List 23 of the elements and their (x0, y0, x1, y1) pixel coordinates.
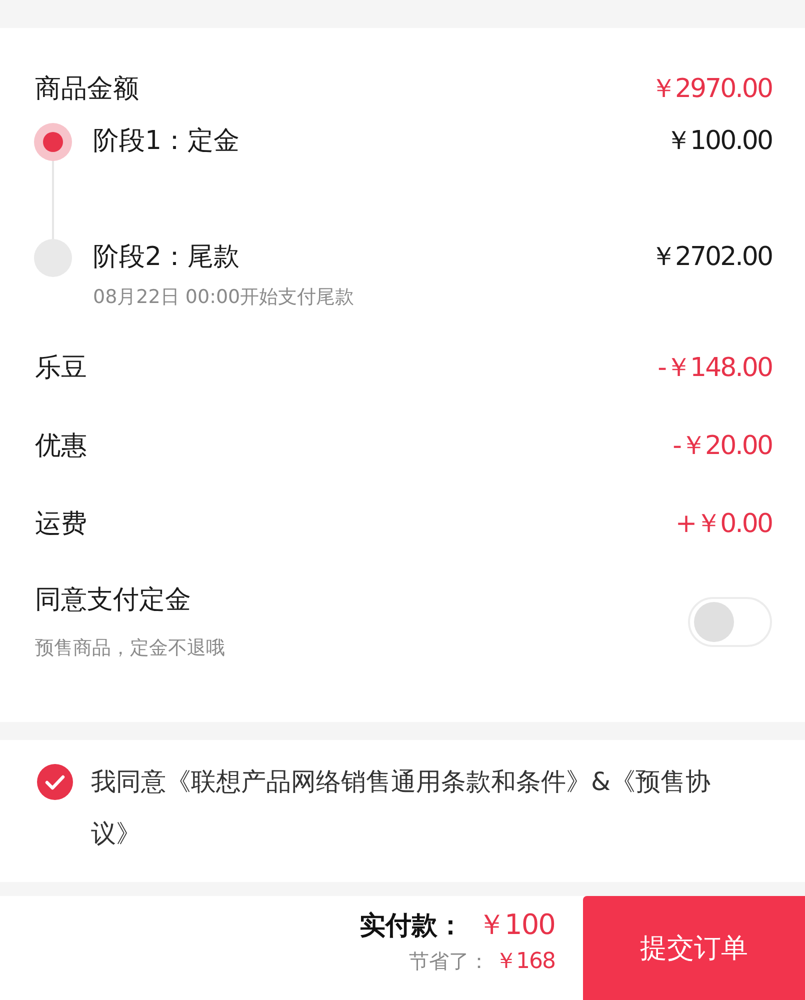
amount-text: -￥20.00 (672, 430, 772, 462)
row-label: 商品金额 (35, 72, 139, 106)
amount-text: -￥148.00 (658, 352, 772, 384)
amount-text: ￥2970.00 (650, 72, 772, 106)
agreement-text: 我同意《联想产品网络销售通用条款和条件》&《预售协议》 (91, 766, 712, 850)
row-label: 运费 (35, 508, 87, 540)
amount-text: ￥100.00 (666, 125, 772, 158)
stage-label: 阶段1：定金 (93, 125, 240, 158)
consent-subtitle: 预售商品，定金不退哦 (35, 636, 225, 661)
stage-label: 阶段2：尾款 (93, 241, 240, 274)
saved-label: 节省了： (409, 948, 489, 975)
amount-text: +￥0.00 (675, 508, 772, 540)
submit-button[interactable]: 提交订单 (583, 896, 805, 1000)
row-label: 乐豆 (35, 352, 87, 384)
row-label: 优惠 (35, 430, 87, 462)
toggle-switch[interactable] (688, 596, 772, 646)
stage-note: 08月22日 00:00开始支付尾款 (93, 285, 356, 310)
consent-title: 同意支付定金 (35, 584, 192, 617)
pay-label: 实付款： (360, 910, 464, 943)
saved-amount: ￥168 (495, 948, 555, 976)
checkbox[interactable] (37, 764, 73, 800)
amount-text: ￥2702.00 (650, 241, 772, 274)
pay-amount: ￥100 (478, 907, 555, 943)
